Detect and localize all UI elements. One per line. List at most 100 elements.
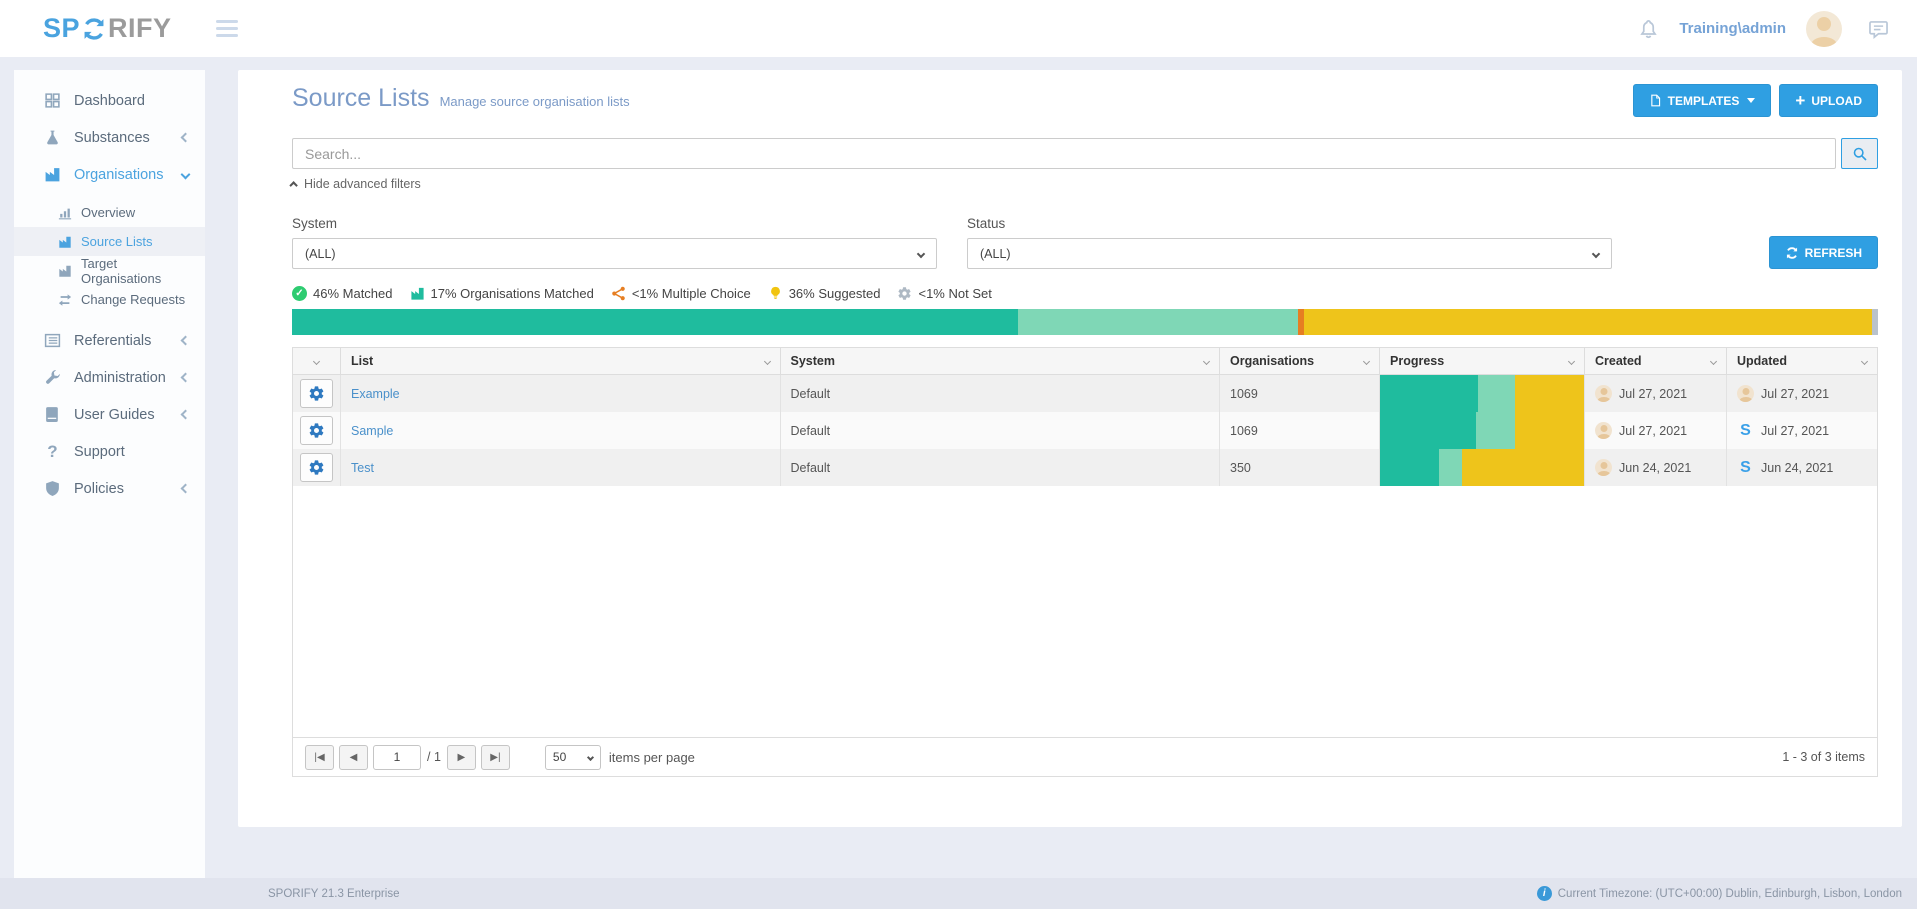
upload-button[interactable]: + UPLOAD [1779, 84, 1878, 117]
column-header-list[interactable]: List [341, 348, 781, 374]
next-page-button[interactable]: ▶ [447, 745, 476, 770]
progress-segment-matched [1380, 449, 1439, 486]
updated-date: Jun 24, 2021 [1761, 461, 1833, 475]
page-number-input[interactable] [373, 745, 421, 770]
swap-arrows-icon [58, 293, 72, 307]
refresh-button[interactable]: REFRESH [1769, 236, 1878, 269]
row-settings-button[interactable] [300, 453, 333, 482]
gear-icon [308, 385, 325, 402]
hamburger-menu-icon[interactable] [216, 20, 238, 37]
column-menu-icon[interactable] [763, 357, 770, 364]
table-row: Sample Default 1069 Jul 27, 2021 SJul 27… [293, 412, 1877, 449]
sidebar: Dashboard Substances Organisations Overv… [14, 70, 205, 878]
search-input[interactable] [292, 138, 1836, 169]
column-header-organisations[interactable]: Organisations [1220, 348, 1380, 374]
sidebar-item-label: Policies [74, 481, 124, 497]
updated-date: Jul 27, 2021 [1761, 424, 1829, 438]
row-progress-bar [1380, 375, 1584, 412]
system-filter-select[interactable]: (ALL) [292, 238, 937, 269]
column-header-progress[interactable]: Progress [1380, 348, 1585, 374]
progress-segment-suggested [1462, 449, 1584, 486]
items-per-page-label: items per page [609, 750, 695, 765]
sidebar-item-change-requests[interactable]: Change Requests [14, 285, 205, 314]
table-row: Example Default 1069 Jul 27, 2021 Jul 27… [293, 375, 1877, 412]
first-page-button[interactable]: |◀ [305, 745, 334, 770]
sidebar-item-overview[interactable]: Overview [14, 198, 205, 227]
row-settings-button[interactable] [300, 379, 333, 408]
sidebar-item-organisations[interactable]: Organisations [14, 156, 205, 193]
sidebar-item-label: Administration [74, 370, 166, 386]
sidebar-item-label: Change Requests [81, 292, 185, 307]
caret-down-icon [1747, 98, 1755, 103]
search-button[interactable] [1841, 138, 1878, 169]
column-menu-icon[interactable] [313, 357, 320, 364]
column-menu-icon[interactable] [1861, 357, 1868, 364]
hide-advanced-filters-toggle[interactable]: Hide advanced filters [292, 177, 421, 191]
status-filter-select[interactable]: (ALL) [967, 238, 1612, 269]
legend-multiple-choice: <1% Multiple Choice [611, 286, 751, 301]
legend-suggested: 36% Suggested [768, 286, 881, 301]
user-menu[interactable]: Training\admin [1679, 20, 1786, 37]
sidebar-item-user-guides[interactable]: User Guides [14, 396, 205, 433]
last-page-button[interactable]: ▶| [481, 745, 510, 770]
column-header-actions[interactable] [293, 348, 341, 374]
chevron-down-icon [1592, 249, 1600, 257]
chevron-left-icon [181, 133, 191, 143]
sidebar-item-substances[interactable]: Substances [14, 119, 205, 156]
sidebar-item-administration[interactable]: Administration [14, 359, 205, 396]
notifications-bell-icon[interactable] [1638, 18, 1659, 39]
table-header: List System Organisations Progress Creat… [293, 348, 1877, 375]
sidebar-item-source-lists[interactable]: Source Lists [14, 227, 205, 256]
previous-page-button[interactable]: ◀ [339, 745, 368, 770]
sidebar-item-label: Substances [74, 130, 150, 146]
top-bar: SP RIFY Training\admin [0, 0, 1917, 57]
column-menu-icon[interactable] [1568, 357, 1575, 364]
gear-icon [897, 286, 912, 301]
column-menu-icon[interactable] [1363, 357, 1370, 364]
legend-matched: ✓ 46% Matched [292, 286, 393, 301]
version-label: SPORIFY 21.3 Enterprise [268, 888, 399, 900]
system-filter-label: System [292, 216, 937, 231]
list-link[interactable]: Test [351, 461, 374, 475]
column-header-updated[interactable]: Updated [1727, 348, 1877, 374]
row-progress-bar [1380, 449, 1584, 486]
row-progress-bar [1380, 412, 1584, 449]
sidebar-item-dashboard[interactable]: Dashboard [14, 82, 205, 119]
organisations-count: 1069 [1230, 387, 1258, 401]
sidebar-item-target-organisations[interactable]: Target Organisations [14, 256, 205, 285]
list-link[interactable]: Sample [351, 424, 393, 438]
bar-chart-icon [58, 206, 72, 220]
column-header-system[interactable]: System [781, 348, 1221, 374]
legend-not-set: <1% Not Set [897, 286, 991, 301]
row-settings-button[interactable] [300, 416, 333, 445]
pagination-bar: |◀ ◀ / 1 ▶ ▶| 50 items per page 1 - 3 of… [293, 737, 1877, 776]
sidebar-item-label: Source Lists [81, 234, 153, 249]
page-size-select[interactable]: 50 [545, 745, 601, 770]
items-range-label: 1 - 3 of 3 items [1782, 750, 1865, 764]
chevron-down-icon [181, 170, 191, 180]
book-icon [44, 406, 61, 423]
sidebar-item-referentials[interactable]: Referentials [14, 322, 205, 359]
sidebar-item-label: Support [74, 444, 125, 460]
updated-date: Jul 27, 2021 [1761, 387, 1829, 401]
logo-text-left: SP [43, 13, 80, 44]
sporify-logo[interactable]: SP RIFY [43, 13, 172, 44]
templates-button[interactable]: TEMPLATES [1633, 84, 1772, 117]
shield-icon [44, 480, 61, 497]
dashboard-grid-icon [44, 92, 61, 109]
system-value: Default [791, 461, 831, 475]
sidebar-item-policies[interactable]: Policies [14, 470, 205, 507]
sidebar-item-label: Overview [81, 205, 135, 220]
column-menu-icon[interactable] [1710, 357, 1717, 364]
chat-icon[interactable] [1868, 18, 1889, 39]
legend-organisations-matched: 17% Organisations Matched [410, 286, 594, 301]
sidebar-item-support[interactable]: ? Support [14, 433, 205, 470]
chevron-left-icon [181, 336, 191, 346]
plus-icon: + [1795, 92, 1805, 109]
user-avatar[interactable] [1806, 11, 1842, 47]
column-header-created[interactable]: Created [1585, 348, 1727, 374]
sync-icon [81, 16, 107, 42]
column-menu-icon[interactable] [1203, 357, 1210, 364]
list-link[interactable]: Example [351, 387, 400, 401]
system-value: Default [791, 387, 831, 401]
